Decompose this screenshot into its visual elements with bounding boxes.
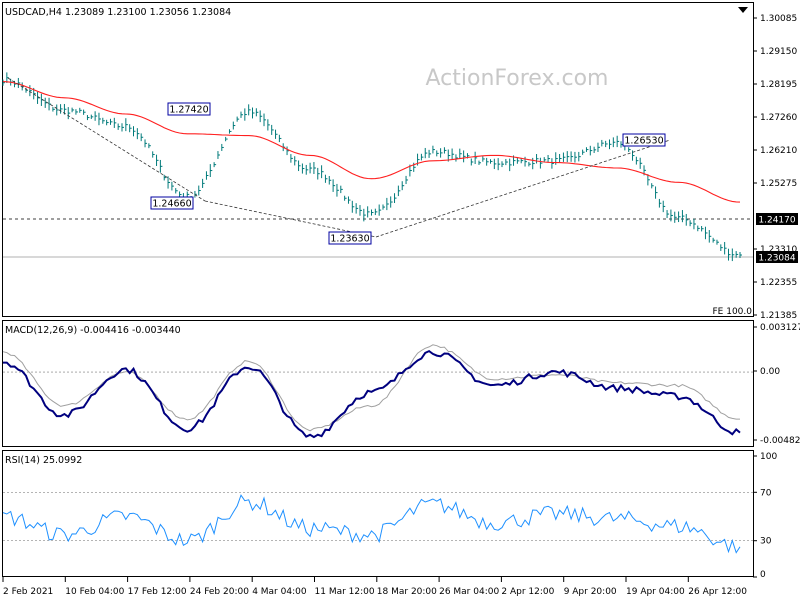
x-tick-label: 9 Apr 20:00 (564, 587, 617, 597)
y-tick-label: 1.22355 (760, 278, 797, 288)
x-tick-label: 2 Apr 12:00 (501, 587, 554, 597)
price-panel-frame (2, 2, 754, 317)
chart-root: ActionForex.com 1.27420 1.24660 1.23630 1.2… (2, 2, 800, 597)
pivot-label: 1.26530 (624, 136, 663, 147)
pivot-label: 1.24660 (152, 199, 191, 210)
rsi-header: RSI(14) 25.0992 (5, 455, 82, 466)
price-axis: 1.30085 1.29150 1.28195 1.27260 1.26210 1.252… (753, 14, 797, 321)
y-tick-label: 30 (760, 537, 772, 547)
y-tick-label: 0.00 (760, 367, 780, 377)
x-tick-label: 26 Mar 04:00 (439, 587, 499, 597)
y-tick-label: 1.29150 (760, 47, 797, 57)
x-tick-label: 10 Feb 04:00 (65, 587, 124, 597)
y-tick-label: 1.26210 (760, 146, 797, 156)
y-tick-label: 70 (760, 488, 772, 498)
x-tick-label: 4 Mar 04:00 (252, 587, 307, 597)
x-tick-label: 17 Feb 12:00 (128, 587, 187, 597)
x-tick-label: 24 Feb 20:00 (190, 587, 249, 597)
x-tick-label: 11 Mar 12:00 (315, 587, 375, 597)
y-tick-label: 0 (760, 570, 766, 580)
x-tick-label: 19 Apr 04:00 (626, 587, 685, 597)
x-tick-label: 18 Mar 20:00 (377, 587, 437, 597)
pivot-label: 1.23630 (330, 234, 369, 245)
macd-axis: 0.003127 0.00 -0.004822 (753, 323, 800, 446)
level-price-label: 1.24170 (758, 216, 795, 226)
y-tick-label: 1.30085 (760, 14, 797, 24)
fe-label: FE 100.0 (713, 307, 753, 317)
pivot-label: 1.27420 (169, 105, 208, 116)
x-tick-label: 2 Feb 2021 (3, 587, 53, 597)
y-tick-label: 1.21385 (760, 311, 797, 321)
y-tick-label: 1.25275 (760, 179, 797, 189)
price-header: USDCAD,H4 1.23089 1.23100 1.23056 1.2308… (5, 7, 231, 18)
y-tick-label: 100 (760, 452, 777, 462)
y-tick-label: -0.004822 (760, 436, 800, 446)
x-tick-label: 26 Apr 12:00 (688, 587, 747, 597)
macd-header: MACD(12,26,9) -0.004416 -0.003440 (5, 325, 181, 336)
rsi-panel-frame (2, 450, 754, 577)
y-tick-label: 1.27260 (760, 113, 797, 123)
rsi-axis: 100 70 30 0 (753, 452, 777, 580)
x-axis: 2 Feb 2021 10 Feb 04:00 17 Feb 12:00 24 Feb… (2, 577, 747, 597)
y-tick-label: 1.28195 (760, 80, 797, 90)
watermark: ActionForex.com (426, 66, 609, 91)
current-price-label: 1.23084 (758, 254, 795, 264)
y-tick-label: 0.003127 (760, 323, 800, 333)
